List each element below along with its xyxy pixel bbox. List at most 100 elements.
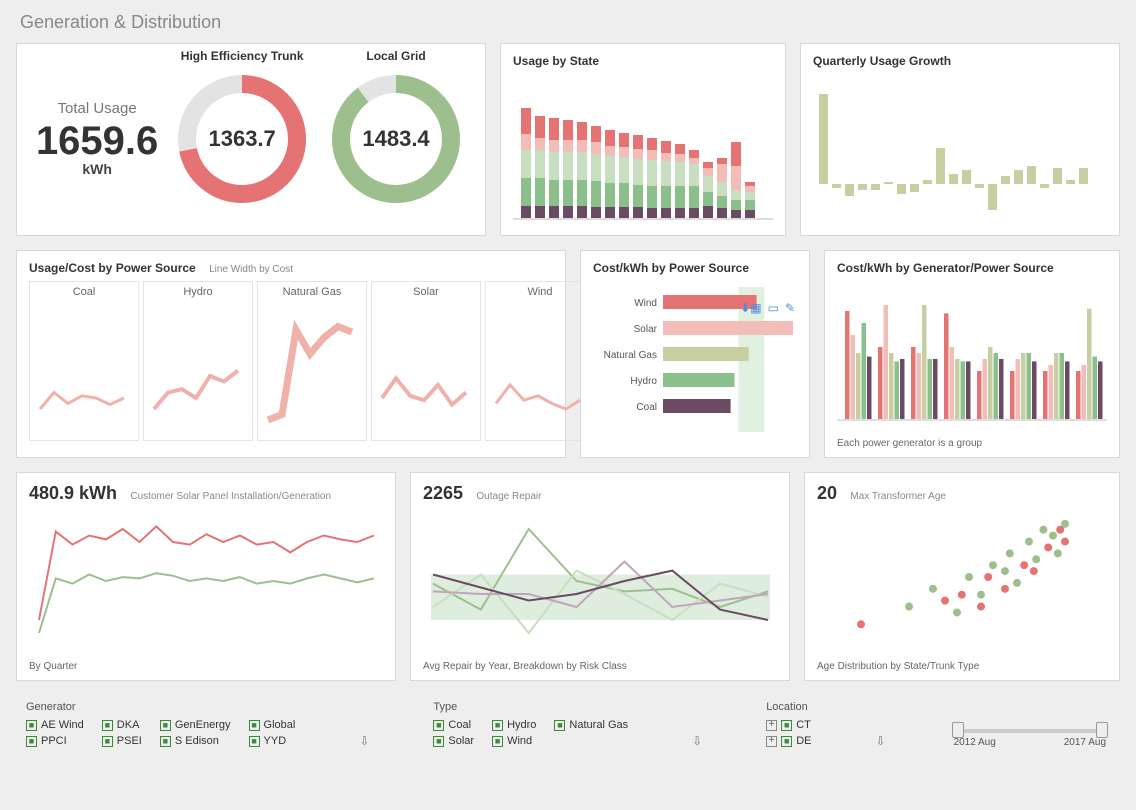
filter-item-natural-gas[interactable]: ■ Natural Gas [554,719,628,731]
checkbox-icon[interactable]: ■ [26,720,37,731]
export-icon[interactable]: ⬇▦ [740,301,761,315]
cost-gen-title: Cost/kWh by Generator/Power Source [837,261,1107,275]
filter-item-de[interactable]: + ■ DE [766,735,811,747]
filter-location: Location +■CT+■DE [766,701,811,748]
checkbox-icon[interactable]: ■ [492,736,503,747]
filter-item-ct[interactable]: +■CT [766,719,811,731]
svg-text:Coal: Coal [636,402,657,413]
filter-item-label: DE [796,735,811,747]
filter-item-wind[interactable]: ■Wind [492,735,536,747]
age-footer: Age Distribution by State/Trunk Type [817,661,1107,672]
card-cost-kwh-generator[interactable]: Cost/kWh by Generator/Power Source Each … [824,250,1120,458]
checkbox-icon[interactable]: ■ [433,736,444,747]
usage-cost-title: Usage/Cost by Power Source Line Width by… [29,261,553,275]
filter-item-dka[interactable]: ■DKA [102,719,142,731]
expand-icon[interactable]: ⇩ [688,734,706,748]
small-mult-hydro[interactable]: Hydro [143,281,253,441]
filter-item-ae-wind[interactable]: ■ AE Wind [26,719,84,731]
small-mult-solar[interactable]: Solar [371,281,481,441]
cost-gen-footer: Each power generator is a group [837,438,1107,449]
qgrowth-title: Quarterly Usage Growth [813,54,1107,68]
donut2-value: 1483.4 [362,126,429,152]
donut1-value: 1363.7 [209,126,276,152]
slider-handle-from[interactable] [952,722,964,738]
card-usage-by-state[interactable]: Usage by State [500,43,786,236]
donut1-label: High Efficiency Trunk [172,49,312,63]
small-mult-coal[interactable]: Coal [29,281,139,441]
checkbox-icon[interactable]: ■ [249,720,260,731]
total-usage-unit: kWh [36,161,158,177]
cost-gen-chart [837,281,1107,431]
filter-item-label: S Edison [175,735,219,747]
filter-item-ppci[interactable]: ■PPCI [26,735,84,747]
svg-text:Solar: Solar [634,324,658,335]
card-outage-repair[interactable]: 2265 Outage Repair Avg Repair by Year, B… [410,472,790,681]
small-mult-label: Natural Gas [262,286,362,298]
filter-item-label: Natural Gas [569,719,628,731]
plus-icon[interactable]: + [766,720,777,731]
checkbox-icon[interactable]: ■ [249,736,260,747]
checkbox-icon[interactable]: ■ [102,720,113,731]
plus-icon[interactable]: + [766,736,777,747]
usage-state-chart [513,74,773,224]
checkbox-icon[interactable]: ■ [160,736,171,747]
filter-item-label: Coal [448,719,471,731]
slider-handle-to[interactable] [1096,722,1108,738]
filter-item-label: AE Wind [41,719,84,731]
filter-item-yyd[interactable]: ■YYD [249,735,296,747]
small-mult-wind[interactable]: Wind [485,281,595,441]
card-solar-panel[interactable]: 480.9 kWh Customer Solar Panel Installat… [16,472,396,681]
card-usage-cost-source[interactable]: Usage/Cost by Power Source Line Width by… [16,250,566,458]
usage-cost-sub: Line Width by Cost [209,264,293,275]
card-transformer-age[interactable]: 20 Max Transformer Age Age Distribution … [804,472,1120,681]
svg-text:Hydro: Hydro [630,376,657,387]
checkbox-icon[interactable]: ■ [26,736,37,747]
filter-item-label: Global [264,719,296,731]
svg-text:Wind: Wind [634,298,657,309]
expand-icon[interactable]: ⇩ [871,734,889,748]
filter-item-psei[interactable]: ■ PSEI [102,735,142,747]
filter-generator-title: Generator [26,701,295,713]
filter-item-global[interactable]: ■ Global [249,719,296,731]
filter-item-s-edison[interactable]: ■ S Edison [160,735,231,747]
total-usage: Total Usage 1659.6 kWh [36,100,158,177]
checkbox-icon[interactable]: ■ [433,720,444,731]
expand-icon[interactable]: ⇩ [355,734,373,748]
maximize-icon[interactable]: ▭ [768,301,779,315]
filter-item-solar[interactable]: ■ Solar [433,735,474,747]
small-mult-natural-gas[interactable]: Natural Gas [257,281,367,441]
checkbox-icon[interactable]: ■ [781,720,792,731]
checkbox-icon[interactable]: ■ [102,736,113,747]
card-toolbar: ⬇▦ ▭ ✎ [740,301,795,315]
filter-type-title: Type [433,701,628,713]
outage-footer: Avg Repair by Year, Breakdown by Risk Cl… [423,661,777,672]
donut-high-efficiency: High Efficiency Trunk 1363.7 [172,69,312,209]
small-mult-label: Solar [376,286,476,298]
small-mult-label: Hydro [148,286,248,298]
filter-location-title: Location [766,701,811,713]
outage-label: Outage Repair [476,491,541,502]
filter-item-hydro[interactable]: ■Hydro [492,719,536,731]
checkbox-icon[interactable]: ■ [554,720,565,731]
small-mult-label: Wind [490,286,590,298]
solar-chart [29,504,384,654]
card-quarterly-growth[interactable]: Quarterly Usage Growth [800,43,1120,236]
checkbox-icon[interactable]: ■ [492,720,503,731]
filter-item-label: Solar [448,735,474,747]
filter-item-coal[interactable]: ■ Coal [433,719,474,731]
outage-chart [423,504,778,654]
checkbox-icon[interactable]: ■ [781,736,792,747]
solar-footer: By Quarter [29,661,383,672]
date-range-slider[interactable]: 2012 Aug 2017 Aug [950,701,1110,748]
filter-type: Type ■Coal■Hydro■Natural Gas■Solar■Wind [433,701,628,748]
age-chart [817,504,1097,654]
filter-item-label: PSEI [117,735,142,747]
solar-value: 480.9 kWh [29,483,117,503]
checkbox-icon[interactable]: ■ [160,720,171,731]
usage-state-title: Usage by State [513,54,773,68]
total-usage-value: 1659.6 [36,121,158,161]
edit-icon[interactable]: ✎ [785,301,795,315]
card-cost-kwh-source[interactable]: Cost/kWh by Power Source ⬇▦ ▭ ✎ WindSola… [580,250,810,458]
filter-item-genenergy[interactable]: ■GenEnergy [160,719,231,731]
svg-text:Natural Gas: Natural Gas [604,350,657,361]
